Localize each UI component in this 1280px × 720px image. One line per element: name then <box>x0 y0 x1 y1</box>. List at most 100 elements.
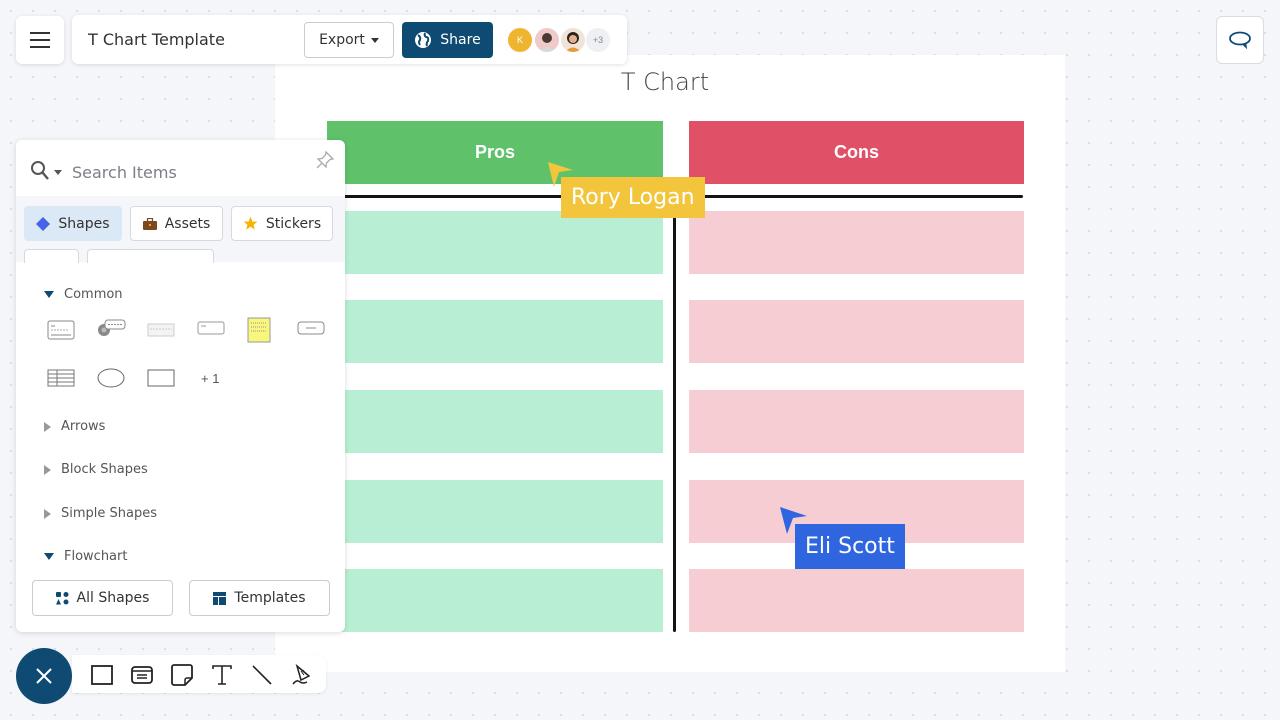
export-label: Export <box>319 32 365 48</box>
cons-cell[interactable] <box>689 300 1024 363</box>
text-block-shape-icon <box>147 323 175 337</box>
share-button[interactable]: Share <box>402 22 493 58</box>
export-button[interactable]: Export <box>304 22 394 58</box>
cons-header[interactable]: Cons <box>689 121 1024 184</box>
cons-cell[interactable] <box>689 211 1024 274</box>
card-icon <box>131 666 153 684</box>
template-icon <box>213 591 227 605</box>
section-label: Simple Shapes <box>61 506 158 521</box>
tab-hidden[interactable] <box>24 249 79 263</box>
sticky-note-tool[interactable] <box>169 662 195 688</box>
chart-title[interactable]: T Chart <box>275 68 1055 96</box>
tab-label: Shapes <box>58 215 110 232</box>
collaborator-avatar[interactable] <box>535 28 559 52</box>
line-icon <box>252 665 272 685</box>
line-tool[interactable] <box>249 662 275 688</box>
pros-cell[interactable] <box>327 390 663 453</box>
button-shape-icon <box>297 321 325 335</box>
ellipse-shape[interactable] <box>96 366 126 390</box>
pen-tool[interactable] <box>289 662 315 688</box>
rectangle-icon <box>91 665 113 685</box>
text-block-shape[interactable] <box>146 318 176 342</box>
rectangle-tool[interactable] <box>89 662 115 688</box>
pen-icon <box>292 664 311 685</box>
section-label: Block Shapes <box>61 462 148 477</box>
chevron-down-icon <box>44 553 54 560</box>
caret-down-icon <box>370 37 379 43</box>
more-collaborators-badge[interactable]: +3 <box>586 28 610 52</box>
all-shapes-label: All Shapes <box>76 590 150 606</box>
rectangle-shape-icon <box>147 369 175 387</box>
search-filter-caret-icon[interactable] <box>54 170 62 175</box>
pros-cell[interactable] <box>327 480 663 543</box>
card-shape-icon <box>47 320 75 340</box>
table-shape[interactable] <box>46 366 76 390</box>
section-label: Flowchart <box>64 549 128 564</box>
tab-label: Assets <box>164 215 211 232</box>
pin-icon[interactable] <box>315 150 335 175</box>
close-icon <box>36 668 52 684</box>
cons-header-label: Cons <box>834 142 879 162</box>
globe-icon <box>415 32 432 48</box>
document-title[interactable]: T Chart Template <box>88 30 225 49</box>
person-icon <box>538 33 556 52</box>
more-shapes-count[interactable]: + 1 <box>201 371 219 386</box>
hamburger-icon <box>30 32 50 48</box>
close-tools-button[interactable] <box>16 648 72 704</box>
label-shape-icon <box>197 321 225 335</box>
label-shape[interactable] <box>196 316 226 340</box>
sticky-note-shape[interactable] <box>244 317 274 343</box>
tab-shapes[interactable]: Shapes <box>24 206 122 241</box>
collaborator-avatar[interactable] <box>561 28 585 52</box>
pros-header-label: Pros <box>474 142 516 162</box>
comment-shape[interactable] <box>96 316 126 340</box>
diamond-icon <box>36 216 51 231</box>
briefcase-icon <box>142 217 157 230</box>
shapes-grid-icon <box>55 591 69 604</box>
section-simple-shapes[interactable]: Simple Shapes <box>44 506 157 521</box>
chat-bubble-icon <box>1229 31 1251 50</box>
section-flowchart[interactable]: Flowchart <box>44 549 127 564</box>
tab-label: Stickers <box>265 215 322 232</box>
pros-cell[interactable] <box>327 569 663 632</box>
tab-stickers[interactable]: Stickers <box>231 206 333 241</box>
button-shape[interactable] <box>296 316 326 340</box>
pros-cell[interactable] <box>327 211 663 274</box>
section-block-shapes[interactable]: Block Shapes <box>44 462 148 477</box>
cons-cell[interactable] <box>689 390 1024 453</box>
comments-button[interactable] <box>1216 16 1264 64</box>
eli-scott-cursor-label: Eli Scott <box>795 524 905 569</box>
chevron-right-icon <box>44 464 51 475</box>
t-chart-vertical-line[interactable] <box>673 213 676 632</box>
all-shapes-button[interactable]: All Shapes <box>32 580 173 616</box>
section-label: Common <box>64 287 123 302</box>
section-common[interactable]: Common <box>44 287 123 302</box>
section-label: Arrows <box>61 419 106 434</box>
person-icon <box>565 32 581 52</box>
chevron-down-icon <box>44 291 54 298</box>
cons-cell[interactable] <box>689 569 1024 632</box>
tab-assets[interactable]: Assets <box>130 206 223 241</box>
search-items-input[interactable] <box>72 160 302 184</box>
templates-label: Templates <box>234 590 306 606</box>
section-arrows[interactable]: Arrows <box>44 419 105 434</box>
comment-shape-icon <box>98 319 126 336</box>
templates-button[interactable]: Templates <box>189 580 330 616</box>
collaborator-avatar[interactable]: K <box>508 28 532 52</box>
tab-hidden[interactable] <box>87 249 214 263</box>
pros-header[interactable]: Pros <box>327 121 663 184</box>
card-shape[interactable] <box>46 318 76 342</box>
pros-cell[interactable] <box>327 300 663 363</box>
text-icon <box>212 665 232 685</box>
sticky-note-icon <box>171 664 193 686</box>
rectangle-shape[interactable] <box>146 366 176 390</box>
rory-logan-cursor-label: Rory Logan <box>561 177 705 218</box>
text-tool[interactable] <box>209 662 235 688</box>
sticky-note-shape-icon <box>247 317 271 343</box>
table-shape-icon <box>47 369 75 387</box>
card-tool[interactable] <box>129 662 155 688</box>
star-icon <box>243 216 258 230</box>
chevron-right-icon <box>44 508 51 519</box>
search-icon[interactable] <box>30 160 50 187</box>
main-menu-button[interactable] <box>16 16 64 64</box>
